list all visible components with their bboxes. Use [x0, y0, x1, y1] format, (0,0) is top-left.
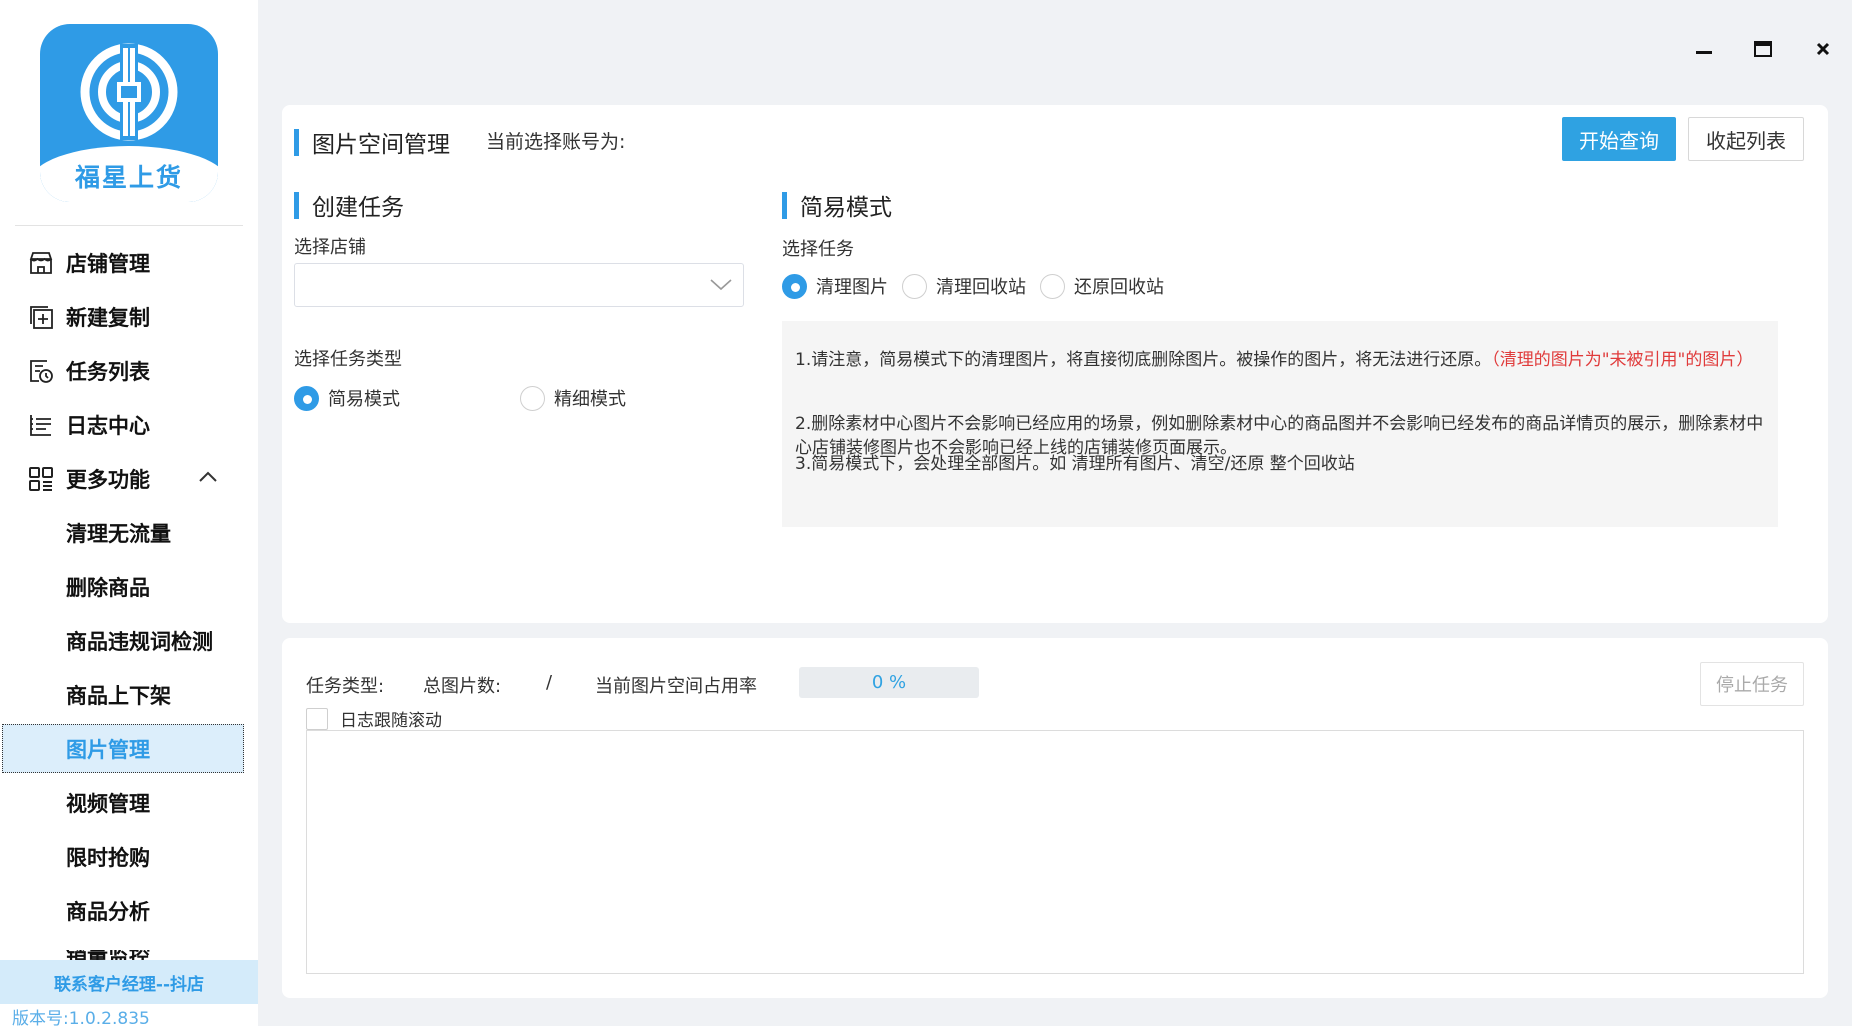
mode-simple-radio[interactable]: 简易模式	[294, 385, 400, 411]
notice-box: 1.请注意，简易模式下的清理图片，将直接彻底删除图片。被操作的图片，将无法进行还…	[782, 321, 1778, 527]
sidebar-sub-item[interactable]: 限时抢购	[66, 837, 246, 877]
task-type-status: 任务类型:	[306, 676, 385, 697]
version-label: 版本号:1.0.2.835	[12, 1009, 150, 1026]
task-status-panel: 任务类型: 总图片数: / 当前图片空间占用率 0 % 停止任务 日志跟随滚动	[282, 638, 1828, 998]
sidebar-item-store[interactable]: 店铺管理	[26, 243, 248, 283]
total-images-status: 总图片数:	[423, 676, 502, 697]
sidebar-divider	[15, 225, 243, 226]
task-clean-images-radio[interactable]: 清理图片	[782, 273, 888, 299]
close-button[interactable]	[1808, 34, 1838, 64]
sidebar-item-label: 更多功能	[66, 468, 150, 492]
sidebar-item-label: 日志中心	[66, 414, 150, 438]
logo-coin-icon	[80, 43, 178, 141]
follow-scroll-checkbox[interactable]: 日志跟随滚动	[306, 706, 442, 731]
sidebar-item-new-copy[interactable]: 新建复制	[26, 297, 248, 337]
notice-item-1: 1.请注意，简易模式下的清理图片，将直接彻底删除图片。被操作的图片，将无法进行还…	[795, 350, 1754, 370]
notice-item-3: 3.简易模式下，会处理全部图片。如 清理所有图片、清空/还原 整个回收站	[795, 454, 1355, 474]
minimize-icon	[1696, 51, 1712, 54]
sidebar-item-label: 店铺管理	[66, 252, 150, 276]
chevron-up-icon[interactable]	[198, 469, 218, 488]
count-separator: /	[546, 672, 553, 693]
task-clean-recycle-bin-radio[interactable]: 清理回收站	[902, 273, 1026, 299]
follow-scroll-label: 日志跟随滚动	[340, 711, 442, 731]
checkbox-box[interactable]	[306, 707, 328, 730]
log-icon	[26, 410, 56, 440]
task-list-icon	[26, 356, 56, 386]
usage-value: 0 %	[871, 672, 907, 693]
app-logo: 福星上货	[40, 24, 218, 202]
usage-label: 当前图片空间占用率	[595, 676, 757, 697]
store-label: 选择店铺	[294, 237, 366, 258]
maximize-button[interactable]	[1748, 34, 1778, 64]
minimize-button[interactable]	[1689, 34, 1719, 64]
collapse-list-button[interactable]: 收起列表	[1688, 117, 1804, 161]
close-icon	[1816, 42, 1830, 56]
sidebar-item-task-list[interactable]: 任务列表	[26, 351, 248, 391]
sidebar-sub-item[interactable]: 商品上下架	[66, 675, 246, 715]
simple-mode-title: 简易模式	[782, 188, 892, 222]
sidebar-item-label: 任务列表	[66, 360, 150, 384]
sidebar-sub-item[interactable]: 商品分析	[66, 891, 246, 931]
sidebar-sub-item[interactable]: 商品违规词检测	[66, 621, 246, 661]
sidebar-item-log-center[interactable]: 日志中心	[26, 405, 248, 445]
logo-text: 福星上货	[74, 163, 183, 192]
contact-manager-link[interactable]: 联系客户经理--抖店	[0, 960, 258, 1004]
select-task-label: 选择任务	[782, 239, 854, 260]
sidebar: 福星上货 店铺管理 新建复制 任务列表 日志中心 更多功能 清理无流量 删除商品…	[0, 0, 258, 1026]
store-icon	[26, 248, 56, 278]
chevron-down-icon	[709, 274, 733, 298]
create-task-title: 创建任务	[294, 188, 404, 222]
stop-task-button[interactable]: 停止任务	[1700, 662, 1804, 706]
maximize-icon	[1754, 41, 1772, 57]
sidebar-item-more-features[interactable]: 更多功能	[26, 459, 248, 499]
page-title: 图片空间管理	[294, 125, 450, 159]
task-type-label: 选择任务类型	[294, 349, 402, 370]
account-label: 当前选择账号为:	[486, 131, 626, 153]
usage-progress-bar: 0 %	[799, 667, 979, 698]
log-output-area[interactable]	[306, 730, 1804, 974]
sidebar-sub-item[interactable]: 视频管理	[66, 783, 246, 823]
mode-detailed-radio[interactable]: 精细模式	[520, 385, 626, 411]
sidebar-sub-item[interactable]: 删除商品	[66, 567, 246, 607]
image-space-panel: 图片空间管理 当前选择账号为: 开始查询 收起列表 创建任务 选择店铺 选择任务…	[282, 105, 1828, 623]
add-copy-icon	[26, 302, 56, 332]
sidebar-sub-item-image-management[interactable]: 图片管理	[66, 729, 246, 769]
sidebar-item-label: 新建复制	[66, 306, 150, 330]
sidebar-sub-item-partial[interactable]: 销量监控	[66, 950, 150, 960]
more-apps-icon	[26, 464, 56, 494]
store-select[interactable]	[294, 263, 744, 307]
start-query-button[interactable]: 开始查询	[1562, 117, 1676, 161]
task-restore-recycle-bin-radio[interactable]: 还原回收站	[1040, 273, 1164, 299]
sidebar-sub-item[interactable]: 清理无流量	[66, 513, 246, 553]
